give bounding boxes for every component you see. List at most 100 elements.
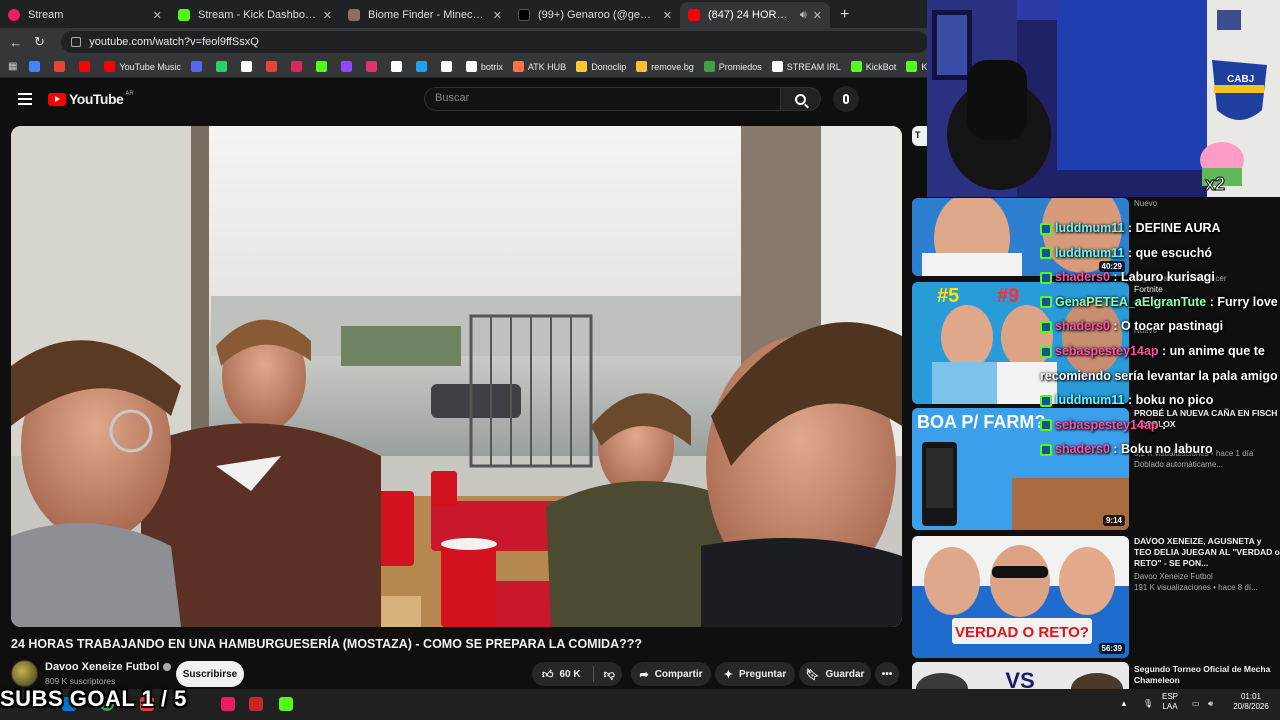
bookmark-item[interactable]: YouTube Music	[104, 61, 181, 72]
filter-chip[interactable]: T	[912, 126, 928, 146]
browser-tab-biome-finder[interactable]: Biome Finder - Minecraft App ✕	[340, 2, 510, 28]
bookmark-label: Donoclip	[591, 61, 627, 72]
channel-small: Davoo Xeneize Futbol	[1134, 572, 1213, 581]
tab-favicon-icon	[8, 9, 20, 21]
tray-chevron-icon[interactable]: ▲	[1120, 699, 1128, 709]
bookmark-item[interactable]: KickBot	[850, 61, 896, 72]
recommended-info-4[interactable]: DAVOO XENEIZE, AGUSNETA y TEO DELIA JUEG…	[1134, 536, 1280, 593]
back-button[interactable]: ←	[4, 35, 28, 50]
menu-icon[interactable]	[18, 90, 32, 108]
taskbar-app-icon[interactable]	[221, 697, 235, 711]
search-input[interactable]: Buscar	[424, 87, 781, 111]
chat-badge-icon	[1040, 321, 1052, 334]
like-count[interactable]: 60 K	[560, 669, 581, 680]
browser-tab-stream[interactable]: Stream ✕	[0, 2, 170, 28]
bookmark-item[interactable]	[415, 61, 431, 72]
thumb-text-vs: VS	[1005, 668, 1034, 689]
bookmark-item[interactable]: remove.bg	[636, 61, 694, 72]
close-icon[interactable]: ✕	[493, 9, 502, 22]
ask-button[interactable]: ✦ Preguntar	[715, 662, 795, 686]
video-player[interactable]	[11, 126, 902, 627]
chat-username[interactable]: GenaPETEA_aElgranTute	[1055, 295, 1206, 309]
webcam-overlay: CABJ x2	[927, 0, 1280, 197]
microphone-tray-icon[interactable]: 🎙︎	[1143, 699, 1153, 709]
video-frame	[11, 126, 902, 627]
bookmark-item[interactable]	[290, 61, 306, 72]
recommended-thumbnail-5[interactable]: VS	[912, 662, 1129, 689]
bookmark-item[interactable]: STREAM IRL	[771, 61, 841, 72]
chat-username[interactable]: shaders0	[1055, 319, 1110, 333]
bookmark-item[interactable]: Promiedos	[703, 61, 762, 72]
bookmark-item[interactable]	[440, 61, 456, 72]
bookmark-item[interactable]: botrix	[465, 61, 503, 72]
bookmark-item[interactable]: KickLogz	[906, 61, 928, 72]
bookmark-item[interactable]	[29, 61, 44, 72]
url-field[interactable]: youtube.com/watch?v=feol9ffSsxQ	[61, 31, 929, 53]
close-icon[interactable]: ✕	[663, 9, 672, 22]
chat-username[interactable]: sebaspestey14ap	[1055, 418, 1159, 432]
save-button[interactable]: 🔖︎ Guardar	[799, 662, 871, 686]
bookmark-favicon-icon	[315, 61, 327, 72]
bookmark-favicon-icon	[512, 61, 524, 72]
bookmark-item[interactable]	[265, 61, 281, 72]
webcam-multiplier: x2	[1205, 174, 1225, 194]
bookmark-favicon-icon	[365, 61, 377, 72]
close-icon[interactable]: ✕	[813, 9, 822, 22]
search-button[interactable]	[781, 87, 821, 111]
share-icon: ➦	[639, 668, 649, 681]
bookmark-item[interactable]	[79, 61, 94, 72]
bookmark-label: ATK HUB	[527, 61, 567, 72]
bookmark-label: botrix	[480, 61, 503, 72]
tab-label: Stream	[28, 9, 64, 21]
taskbar-app-icon[interactable]	[249, 697, 263, 711]
bookmark-item[interactable]	[240, 61, 256, 72]
browser-tab-youtube-video[interactable]: (847) 24 HORAS TRABAJAN 🔊︎ ✕	[680, 2, 830, 28]
browser-tab-kick-dashboard[interactable]: Stream - Kick Dashboard ✕	[170, 2, 340, 28]
dislike-icon[interactable]: 👎︎	[604, 668, 615, 681]
like-icon[interactable]: 👍︎	[542, 668, 554, 681]
chat-username[interactable]: shaders0	[1055, 270, 1110, 284]
bookmark-item[interactable]	[340, 61, 356, 72]
chat-username[interactable]: sebaspestey14ap	[1055, 344, 1159, 358]
clock[interactable]: 01:01 20/8/2026	[1228, 692, 1274, 712]
apps-grid-icon[interactable]: ▦	[8, 61, 17, 72]
chat-username[interactable]: luddmum11	[1055, 393, 1124, 407]
share-button[interactable]: ➦ Compartir	[631, 662, 711, 686]
bookmark-item[interactable]: ATK HUB	[512, 61, 567, 72]
language-indicator[interactable]: ESP LAA	[1162, 692, 1178, 712]
chat-text: : Furry love	[1209, 294, 1278, 309]
reload-button[interactable]: ↻	[28, 34, 52, 50]
browser-tab-tiktok[interactable]: (99+) Genaroo (@genaaro12) | T ✕	[510, 2, 680, 28]
chat-username[interactable]: shaders0	[1055, 442, 1110, 456]
channel-name[interactable]: Davoo Xeneize Futbol	[45, 661, 172, 673]
kick-icon[interactable]	[279, 697, 293, 711]
site-info-icon[interactable]	[71, 37, 82, 47]
close-icon[interactable]: ✕	[153, 9, 162, 22]
bookmark-item[interactable]	[190, 61, 206, 72]
youtube-logo[interactable]: YouTube AR	[48, 91, 134, 107]
bookmark-item[interactable]	[54, 61, 69, 72]
subscribe-button[interactable]: Suscribirse	[176, 661, 244, 687]
recommended-info-5[interactable]: Segundo Torneo Oficial de Mecha Chameleo…	[1134, 664, 1280, 686]
chat-username[interactable]: luddmum11	[1055, 246, 1124, 260]
recommended-thumbnail-4[interactable]: VERDAD O RETO? 56:39	[912, 536, 1129, 658]
chat-username[interactable]: luddmum11	[1055, 221, 1124, 235]
thumbnail-image: VS	[912, 662, 1129, 689]
speaker-icon[interactable]: 🔊︎	[800, 9, 807, 22]
close-icon[interactable]: ✕	[323, 9, 332, 22]
channel-row: Davoo Xeneize Futbol 809 K suscriptores …	[11, 659, 902, 689]
network-icon[interactable]: ▭	[1192, 699, 1200, 709]
tab-label: Stream - Kick Dashboard	[198, 9, 317, 21]
bookmark-item[interactable]	[390, 61, 406, 72]
volume-icon[interactable]: 🔊︎	[1208, 699, 1213, 709]
voice-search-button[interactable]	[833, 86, 859, 112]
bookmark-item[interactable]	[215, 61, 231, 72]
bookmark-item[interactable]	[365, 61, 381, 72]
more-actions-button[interactable]: •••	[875, 662, 899, 686]
channel-avatar[interactable]	[11, 660, 38, 687]
bookmark-item[interactable]: Donoclip	[576, 61, 626, 72]
youtube-header: YouTube AR Buscar	[0, 78, 928, 120]
new-tab-button[interactable]: +	[830, 2, 859, 28]
bookmark-icon: 🔖︎	[805, 668, 820, 681]
bookmark-item[interactable]	[315, 61, 331, 72]
